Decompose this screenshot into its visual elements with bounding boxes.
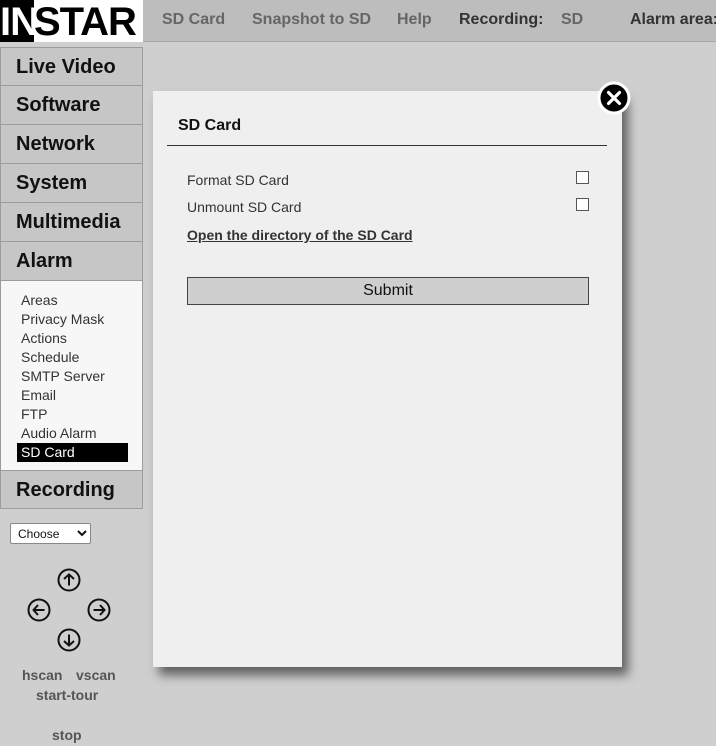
logo-in: IN [0,0,39,42]
sidebar-item-network[interactable]: Network [0,125,143,164]
sidebar-item-alarm[interactable]: Alarm [0,242,143,281]
topnav-help[interactable]: Help [397,11,432,29]
sidebar-item-multimedia[interactable]: Multimedia [0,203,143,242]
sidebar: Live Video Software Network System Multi… [0,47,143,509]
hscan-button[interactable]: hscan [22,667,62,683]
submenu-item-audio-alarm[interactable]: Audio Alarm [17,424,128,443]
submenu-item-ftp[interactable]: FTP [17,405,128,424]
unmount-sd-card-label: Unmount SD Card [187,199,302,215]
recording-label: Recording: [459,11,544,28]
submenu-item-schedule[interactable]: Schedule [17,348,128,367]
submenu-item-sd-card[interactable]: SD Card [17,443,128,462]
submit-button[interactable]: Submit [187,277,589,305]
topnav-snapshot-to-sd[interactable]: Snapshot to SD [252,11,371,29]
instar-logo: IN STAR [0,0,143,42]
stop-button[interactable]: stop [52,727,82,743]
logo-star: STAR [34,0,137,42]
open-sd-directory-link[interactable]: Open the directory of the SD Card [187,227,413,243]
ptz-preset-select[interactable]: Choose [10,523,91,544]
arrow-left-icon[interactable] [27,598,51,622]
sidebar-item-software[interactable]: Software [0,86,143,125]
sidebar-item-recording[interactable]: Recording [0,470,143,509]
alarm-submenu: Areas Privacy Mask Actions Schedule SMTP… [0,281,143,470]
sd-card-dialog: SD Card Format SD Card Unmount SD Card O… [153,91,622,667]
close-icon[interactable] [597,81,631,115]
start-tour-button[interactable]: start-tour [36,687,98,703]
topnav-sd-card[interactable]: SD Card [162,11,225,29]
arrow-right-icon[interactable] [87,598,111,622]
format-sd-card-checkbox[interactable] [576,171,589,184]
top-bar: IN STAR SD Card Snapshot to SD Help Reco… [0,0,716,42]
submenu-item-privacy-mask[interactable]: Privacy Mask [17,310,128,329]
submenu-item-actions[interactable]: Actions [17,329,128,348]
unmount-sd-card-checkbox[interactable] [576,198,589,211]
submenu-item-areas[interactable]: Areas [17,291,128,310]
arrow-up-icon[interactable] [57,568,81,592]
format-sd-card-label: Format SD Card [187,172,289,188]
alarm-area-label: Alarm area: [630,11,716,28]
recording-value: SD [561,11,584,28]
submenu-item-email[interactable]: Email [17,386,128,405]
submenu-item-smtp-server[interactable]: SMTP Server [17,367,128,386]
dialog-title: SD Card [178,117,242,134]
arrow-down-icon[interactable] [57,628,81,652]
sidebar-item-live-video[interactable]: Live Video [0,47,143,86]
vscan-button[interactable]: vscan [76,667,116,683]
sidebar-item-system[interactable]: System [0,164,143,203]
dialog-divider [167,145,607,146]
